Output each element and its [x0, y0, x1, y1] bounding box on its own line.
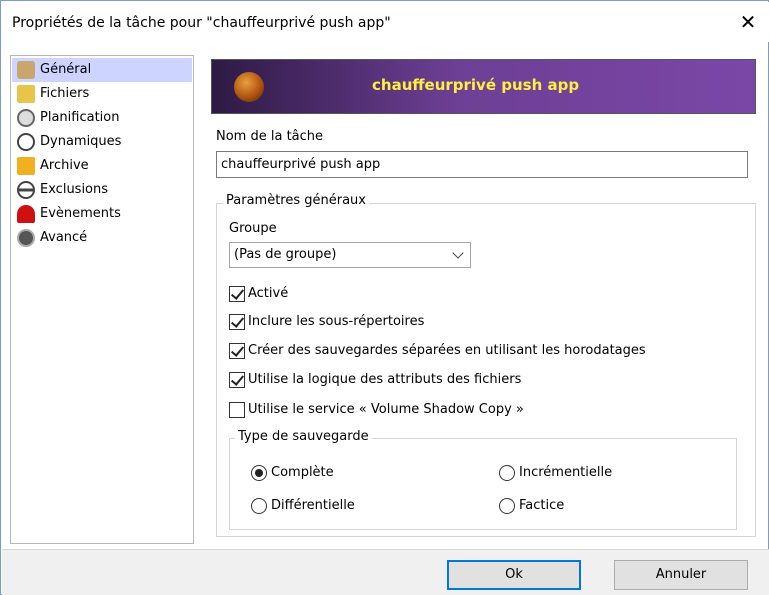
sidebar-item-label: Avancé: [40, 230, 88, 245]
task-name-label: Nom de la tâche: [216, 129, 324, 144]
sidebar-item-general[interactable]: Général: [12, 58, 192, 82]
vss-checkbox[interactable]: [229, 402, 245, 418]
sidebar-item-label: Général: [40, 62, 92, 77]
button-bar: Ok Annuler: [2, 549, 769, 595]
header-banner: chauffeurprivé push app: [211, 59, 756, 114]
sidebar-item-planification[interactable]: Planification: [12, 106, 192, 130]
timestamp-backups-label: Créer des sauvegardes séparées en utilis…: [248, 343, 646, 358]
dummy-backup-radio[interactable]: [499, 498, 515, 514]
general-settings-legend: Paramètres généraux: [223, 193, 369, 208]
clock-icon: [17, 109, 35, 127]
enabled-label: Activé: [248, 286, 289, 301]
attribute-logic-label: Utilise la logique des attributs des fic…: [248, 372, 522, 387]
group-select[interactable]: (Pas de groupe): [229, 242, 471, 268]
sidebar-item-archive[interactable]: Archive: [12, 154, 192, 178]
full-backup-radio[interactable]: [251, 465, 267, 481]
gear-icon: [17, 229, 35, 247]
sidebar-item-label: Fichiers: [40, 86, 90, 101]
minus-circle-icon: [17, 181, 35, 199]
magnet-icon: [17, 205, 35, 223]
task-name-input[interactable]: chauffeurprivé push app: [216, 151, 748, 178]
sidebar-item-events[interactable]: Evènements: [12, 202, 192, 226]
vss-label: Utilise le service « Volume Shadow Copy …: [248, 402, 524, 417]
chevron-down-icon: [452, 247, 464, 259]
differential-backup-label: Différentielle: [271, 498, 355, 513]
sidebar-item-exclusions[interactable]: Exclusions: [12, 178, 192, 202]
sidebar-item-advanced[interactable]: Avancé: [12, 226, 192, 250]
sidebar-item-label: Exclusions: [40, 182, 109, 197]
close-icon[interactable]: ✕: [728, 7, 768, 37]
include-subdirs-label: Inclure les sous-répertoires: [248, 314, 425, 329]
sidebar: Général Fichiers Planification Dynamique…: [10, 55, 194, 544]
task-properties-dialog: Propriétés de la tâche pour "chauffeurpr…: [0, 0, 769, 595]
full-backup-label: Complète: [271, 465, 334, 480]
enabled-checkbox[interactable]: [229, 286, 245, 302]
sidebar-item-label: Evènements: [40, 206, 121, 221]
files-icon: [17, 85, 35, 103]
sidebar-item-label: Planification: [40, 110, 120, 125]
sidebar-item-files[interactable]: Fichiers: [12, 82, 192, 106]
orb-icon: [234, 72, 264, 102]
dummy-backup-label: Factice: [519, 498, 565, 513]
banner-title: chauffeurprivé push app: [372, 76, 580, 94]
backup-type-group: [229, 438, 737, 530]
timestamp-backups-checkbox[interactable]: [229, 343, 245, 359]
title-bar: Propriétés de la tâche pour "chauffeurpr…: [2, 2, 769, 42]
ok-button[interactable]: Ok: [447, 560, 581, 590]
incremental-backup-label: Incrémentielle: [519, 465, 613, 480]
window-title: Propriétés de la tâche pour "chauffeurpr…: [12, 15, 391, 31]
sidebar-item-dynamics[interactable]: Dynamiques: [12, 130, 192, 154]
include-subdirs-checkbox[interactable]: [229, 314, 245, 330]
backup-type-legend: Type de sauvegarde: [235, 429, 372, 444]
attribute-logic-checkbox[interactable]: [229, 372, 245, 388]
sidebar-item-label: Dynamiques: [40, 134, 122, 149]
cancel-button[interactable]: Annuler: [614, 560, 748, 590]
incremental-backup-radio[interactable]: [499, 465, 515, 481]
group-label: Groupe: [229, 221, 277, 236]
refresh-icon: [17, 133, 35, 151]
user-icon: [17, 61, 35, 79]
sidebar-item-label: Archive: [40, 158, 89, 173]
differential-backup-radio[interactable]: [251, 498, 267, 514]
group-select-value: (Pas de groupe): [234, 247, 337, 262]
archive-icon: [17, 157, 35, 175]
